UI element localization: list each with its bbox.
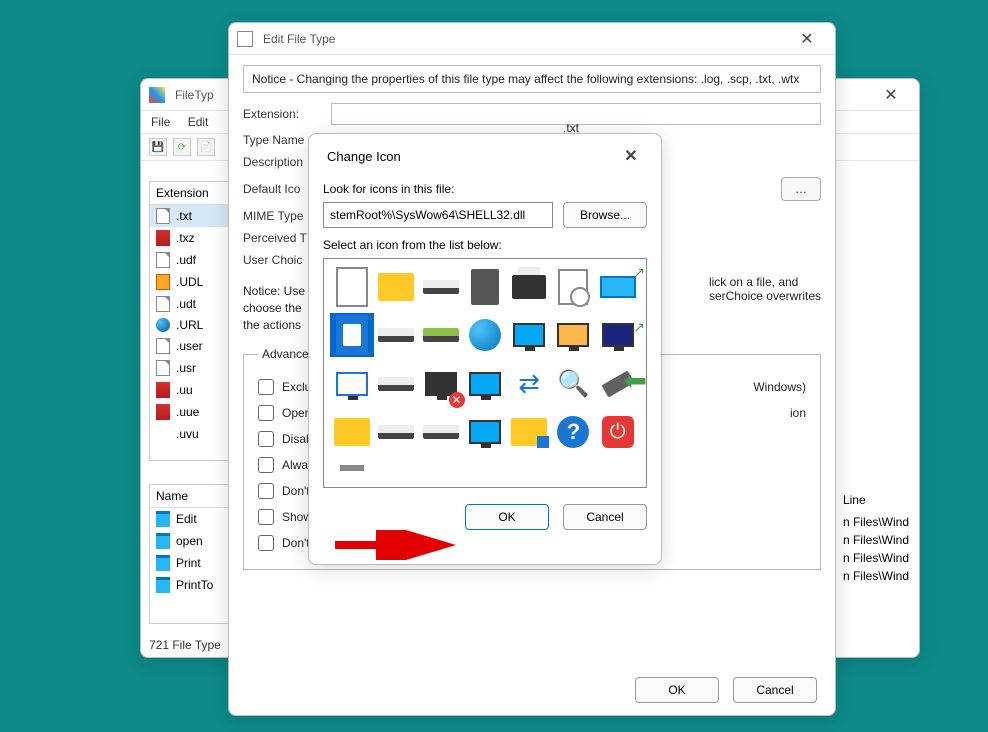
grid-icon-chip[interactable] [465,267,505,307]
globe-icon [156,318,170,332]
grid-icon-drive[interactable] [376,364,416,404]
grid-icon-search[interactable]: 🔍 [553,364,593,404]
grid-icon-recent-doc[interactable] [553,267,593,307]
grid-icon-globe[interactable] [465,315,505,355]
cb-label-right: Windows) [753,380,806,394]
app-icon [149,87,165,103]
file-icon [156,426,170,442]
path-cell: n Files\Wind [843,533,909,547]
back-arrow-icon: ⬅ [624,364,647,397]
advanced-legend: Advance [258,347,313,361]
checkbox[interactable] [258,509,274,525]
grid-icon-network-globe[interactable] [465,364,505,404]
toolbar-refresh-icon[interactable]: ⟳ [173,138,191,156]
cb-label: Alwa [282,458,308,472]
ok-button[interactable]: OK [635,677,719,703]
notice2-right: serChoice overwrites [709,289,821,303]
grid-icon-doc[interactable] [332,267,372,307]
grid-icon-run[interactable] [598,267,638,307]
path-cell: n Files\Wind [843,569,909,583]
app-icon [237,31,253,47]
grid-icon-printer[interactable] [509,267,549,307]
shortcut-overlay-icon: ↗ [633,319,645,336]
archive-icon [156,382,170,398]
file-icon [156,208,170,224]
toolbar-doc-icon[interactable]: 📄 [197,138,215,156]
grid-icon-monitor[interactable] [509,315,549,355]
grid-icon-network[interactable]: ⇄ [509,364,549,404]
browse-button[interactable]: Browse... [563,202,647,228]
grid-icon-textdoc[interactable] [332,315,372,355]
checkbox[interactable] [258,483,274,499]
icon-grid[interactable]: ✕ ⇄ 🔍 ? ⏻ [323,258,647,488]
extension-label: Extension: [243,107,323,121]
grid-icon-drive[interactable] [376,315,416,355]
menu-file[interactable]: File [151,115,170,129]
grid-icon-help[interactable]: ? [553,412,593,452]
ok-button[interactable]: OK [465,504,549,530]
checkbox[interactable] [258,457,274,473]
cb-label: Don't [282,484,310,498]
grid-icon-drive[interactable] [376,412,416,452]
grid-icon-monitor-error[interactable]: ✕ [421,364,461,404]
toolbar-save-icon[interactable]: 💾 [149,138,167,156]
close-icon[interactable]: ✕ [871,81,911,109]
cancel-button[interactable]: Cancel [563,504,647,530]
grid-icon-sleep[interactable] [598,315,638,355]
checkbox[interactable] [258,431,274,447]
grid-icon-programs[interactable] [332,364,372,404]
file-icon [156,338,170,354]
editft-title: Edit File Type [259,32,787,46]
grid-icon-drive[interactable] [421,267,461,307]
close-icon[interactable]: ✕ [787,25,827,53]
path-cell: n Files\Wind [843,551,909,565]
select-label: Select an icon from the list below: [323,238,647,252]
grid-icon-display-settings[interactable] [553,315,593,355]
notepad-icon [156,533,170,549]
icon-path-input[interactable] [323,202,553,228]
notice-text: Notice - Changing the properties of this… [243,65,821,93]
grid-icon-drive[interactable] [421,315,461,355]
grid-icon-folder[interactable] [376,267,416,307]
cb-label: Exclu [282,380,311,394]
grid-icon-drive[interactable] [421,412,461,452]
grid-icon-shutdown[interactable]: ⏻ [598,412,638,452]
archive-icon [156,230,170,246]
udl-icon [156,274,170,290]
notepad-icon [156,577,170,593]
file-icon [156,252,170,268]
grid-icon-control-panel[interactable] [509,412,549,452]
checkbox[interactable] [258,379,274,395]
notice2-right: lick on a file, and [709,275,821,289]
notepad-icon [156,511,170,527]
menu-edit[interactable]: Edit [188,115,209,129]
shortcut-overlay-icon: ↗ [633,264,645,281]
close-icon[interactable]: ✕ [611,142,651,170]
grid-icon-item[interactable] [332,461,372,475]
path-cell: n Files\Wind [843,515,909,529]
status-bar: 721 File Type [149,638,221,652]
icon-browse-button[interactable]: … [781,177,821,201]
cb-label-right: ion [790,406,806,420]
column-header: Line [843,493,909,507]
look-label: Look for icons in this file: [323,182,647,196]
grid-icon-monitor[interactable] [465,412,505,452]
cancel-button[interactable]: Cancel [733,677,817,703]
checkbox[interactable] [258,535,274,551]
file-icon [156,296,170,312]
grid-icon-folder[interactable] [332,412,372,452]
cb-label: Open [282,406,311,420]
archive-icon [156,404,170,420]
checkbox[interactable] [258,405,274,421]
file-icon [156,360,170,376]
notepad-icon [156,555,170,571]
changeicon-title: Change Icon [323,149,611,164]
